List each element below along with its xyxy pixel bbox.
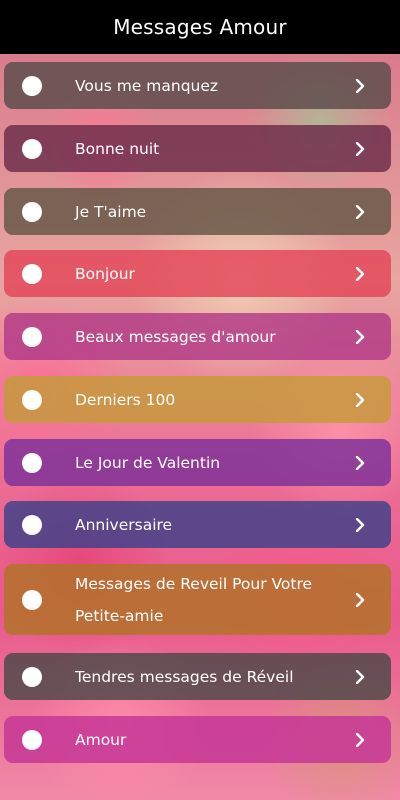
menu-item-messages-de-reveil-petite-amie[interactable]: Messages de Reveil Pour Votre Petite-ami… <box>4 564 391 635</box>
menu-item-label: Anniversaire <box>75 515 173 534</box>
circle-icon <box>22 729 42 750</box>
circle-icon <box>22 326 42 347</box>
menu-item-je-taime[interactable]: Je T'aime <box>4 188 391 235</box>
menu-item-bonne-nuit[interactable]: Bonne nuit <box>4 125 391 172</box>
menu-item-label: Derniers 100 <box>75 390 176 409</box>
chevron-right-icon <box>353 517 367 532</box>
menu-item-anniversaire[interactable]: Anniversaire <box>4 501 391 548</box>
app-header: Messages Amour <box>0 0 400 54</box>
circle-icon <box>22 666 42 687</box>
circle-icon <box>22 589 42 610</box>
menu-item-beaux-messages-damour[interactable]: Beaux messages d'amour <box>4 313 391 360</box>
circle-icon <box>22 201 42 222</box>
chevron-right-icon <box>353 592 367 607</box>
chevron-right-icon <box>353 78 367 93</box>
chevron-right-icon <box>353 392 367 407</box>
menu-item-label: Le Jour de Valentin <box>75 453 221 472</box>
chevron-right-icon <box>353 329 367 344</box>
chevron-right-icon <box>353 455 367 470</box>
circle-icon <box>22 389 42 410</box>
menu-item-label: Tendres messages de Réveil <box>75 667 294 686</box>
menu-item-le-jour-de-valentin[interactable]: Le Jour de Valentin <box>4 439 391 486</box>
page-title: Messages Amour <box>113 15 287 39</box>
chevron-right-icon <box>353 204 367 219</box>
menu-item-label: Vous me manquez <box>75 76 219 95</box>
chevron-right-icon <box>353 669 367 684</box>
chevron-right-icon <box>353 732 367 747</box>
menu-item-label: Amour <box>75 730 127 749</box>
menu-item-amour[interactable]: Amour <box>4 716 391 763</box>
menu-item-label: Messages de Reveil Pour Votre Petite-ami… <box>75 574 313 625</box>
menu-item-vous-me-manquez[interactable]: Vous me manquez <box>4 62 391 109</box>
circle-icon <box>22 75 42 96</box>
circle-icon <box>22 138 42 159</box>
menu-item-label: Je T'aime <box>75 202 147 221</box>
menu-item-label: Bonjour <box>75 264 135 283</box>
menu-item-tendres-messages-de-reveil[interactable]: Tendres messages de Réveil <box>4 653 391 700</box>
circle-icon <box>22 263 42 284</box>
chevron-right-icon <box>353 266 367 281</box>
circle-icon <box>22 452 42 473</box>
menu-item-label: Beaux messages d'amour <box>75 327 276 346</box>
menu-item-derniers-100[interactable]: Derniers 100 <box>4 376 391 423</box>
menu-item-label: Bonne nuit <box>75 139 160 158</box>
chevron-right-icon <box>353 141 367 156</box>
circle-icon <box>22 514 42 535</box>
menu-item-bonjour[interactable]: Bonjour <box>4 250 391 297</box>
